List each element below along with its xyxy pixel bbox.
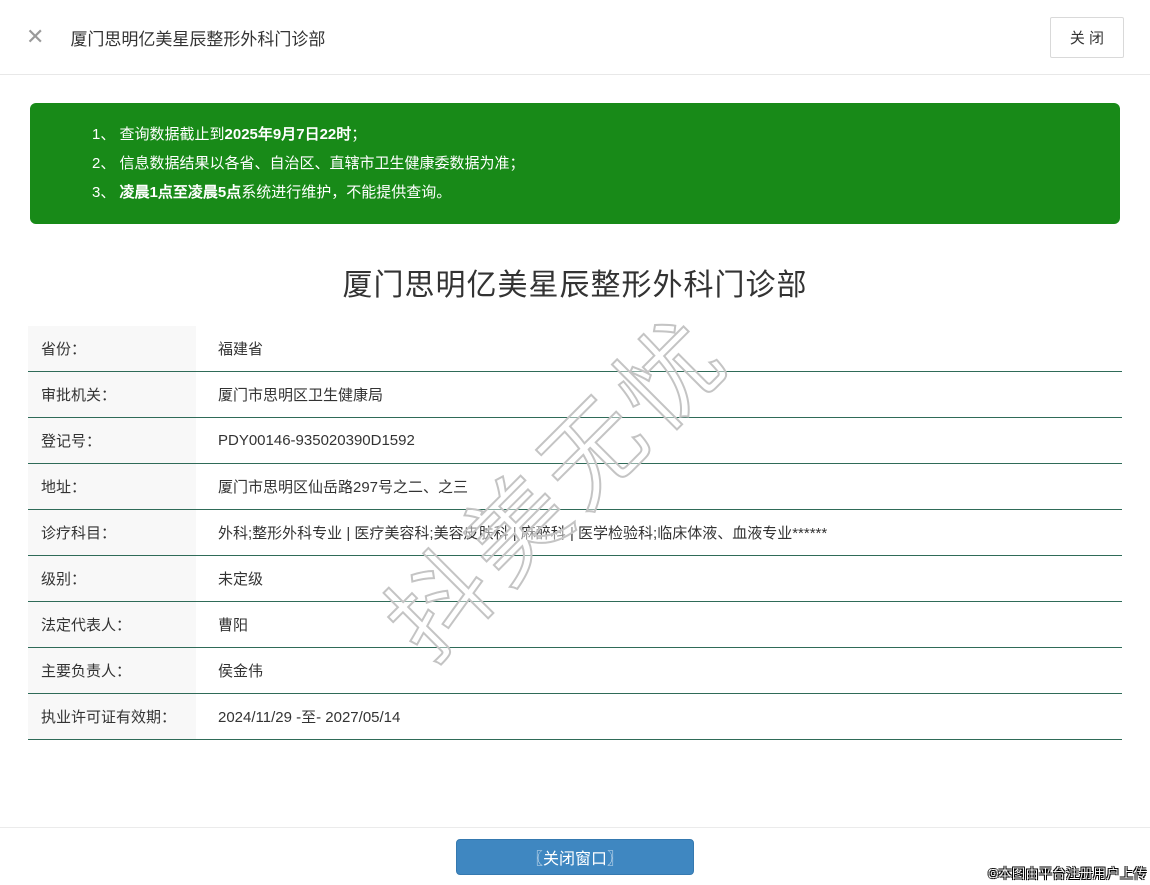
table-row-registration-number: 登记号： PDY00146-935020390D1592 — [28, 418, 1122, 464]
row-value: 厦门市思明区仙岳路297号之二、之三 — [218, 479, 469, 496]
table-row-license-validity: 执业许可证有效期： 2024/11/29 -至- 2027/05/14 — [28, 694, 1122, 740]
table-row-address: 地址： 厦门市思明区仙岳路297号之二、之三 — [28, 464, 1122, 510]
row-value: 未定级 — [218, 571, 264, 588]
row-value: 曹阳 — [218, 617, 249, 634]
notice-text: 1、 查询数据截止到 — [92, 126, 225, 143]
table-row-approval-authority: 审批机关： 厦门市思明区卫生健康局 — [28, 372, 1122, 418]
table-row-province: 省份： 福建省 — [28, 326, 1122, 372]
row-label: 执业许可证有效期： — [28, 694, 196, 739]
notice-line: 3、 凌晨1点至凌晨5点系统进行维护，不能提供查询。 — [92, 178, 1100, 207]
table-row-main-person-in-charge: 主要负责人： 侯金伟 — [28, 648, 1122, 694]
row-label: 登记号： — [28, 418, 196, 463]
notice-box: 1、 查询数据截止到2025年9月7日22时； 2、 信息数据结果以各省、自治区… — [30, 103, 1120, 224]
row-label: 省份： — [28, 326, 196, 371]
footer-bar: 〖关闭窗口〗 — [0, 827, 1150, 885]
row-value: 2024/11/29 -至- 2027/05/14 — [218, 709, 401, 726]
close-window-button[interactable]: 〖关闭窗口〗 — [456, 838, 694, 875]
notice-text: 2、 信息数据结果以各省、自治区、直辖市卫生健康委数据为准； — [92, 155, 525, 172]
row-label: 诊疗科目： — [28, 510, 196, 555]
row-value: 侯金伟 — [218, 663, 264, 680]
close-x-icon[interactable]: ✕ — [26, 26, 44, 48]
notice-text: ； — [351, 126, 367, 143]
notice-line: 1、 查询数据截止到2025年9月7日22时； — [92, 120, 1100, 149]
notice-text: 系统进行维护，不能提供查询。 — [241, 184, 452, 201]
table-row-medical-departments: 诊疗科目： 外科;整形外科专业 | 医疗美容科;美容皮肤科 | 麻醉科 | 医学… — [28, 510, 1122, 556]
page-title: 厦门思明亿美星辰整形外科门诊部 — [342, 269, 808, 302]
notice-bold-text: 2025年9月7日22时 — [224, 126, 352, 143]
row-label: 主要负责人： — [28, 648, 196, 693]
row-label: 地址： — [28, 464, 196, 509]
row-value: 外科;整形外科专业 | 医疗美容科;美容皮肤科 | 麻醉科 | 医学检验科;临床… — [218, 525, 828, 542]
close-button[interactable]: 关 闭 — [1049, 16, 1124, 58]
row-value: PDY00146-935020390D1592 — [218, 432, 415, 449]
notice-line: 2、 信息数据结果以各省、自治区、直辖市卫生健康委数据为准； — [92, 149, 1100, 178]
table-row-level: 级别： 未定级 — [28, 556, 1122, 602]
row-label: 级别： — [28, 556, 196, 601]
notice-bold-text: 凌晨1点至凌晨5点 — [119, 184, 242, 201]
institution-detail-table: 省份： 福建省 审批机关： 厦门市思明区卫生健康局 登记号： PDY00146-… — [28, 326, 1122, 740]
header-title: 厦门思明亿美星辰整形外科门诊部 — [70, 29, 326, 49]
row-label: 审批机关： — [28, 372, 196, 417]
row-value: 福建省 — [218, 341, 264, 358]
upload-credit-watermark: ©本图由平台注册用户上传 — [988, 866, 1147, 881]
table-row-legal-representative: 法定代表人： 曹阳 — [28, 602, 1122, 648]
header-bar: ✕ 厦门思明亿美星辰整形外科门诊部 关 闭 — [0, 0, 1150, 75]
notice-text: 3、 — [92, 184, 120, 201]
row-value: 厦门市思明区卫生健康局 — [218, 387, 384, 404]
row-label: 法定代表人： — [28, 602, 196, 647]
